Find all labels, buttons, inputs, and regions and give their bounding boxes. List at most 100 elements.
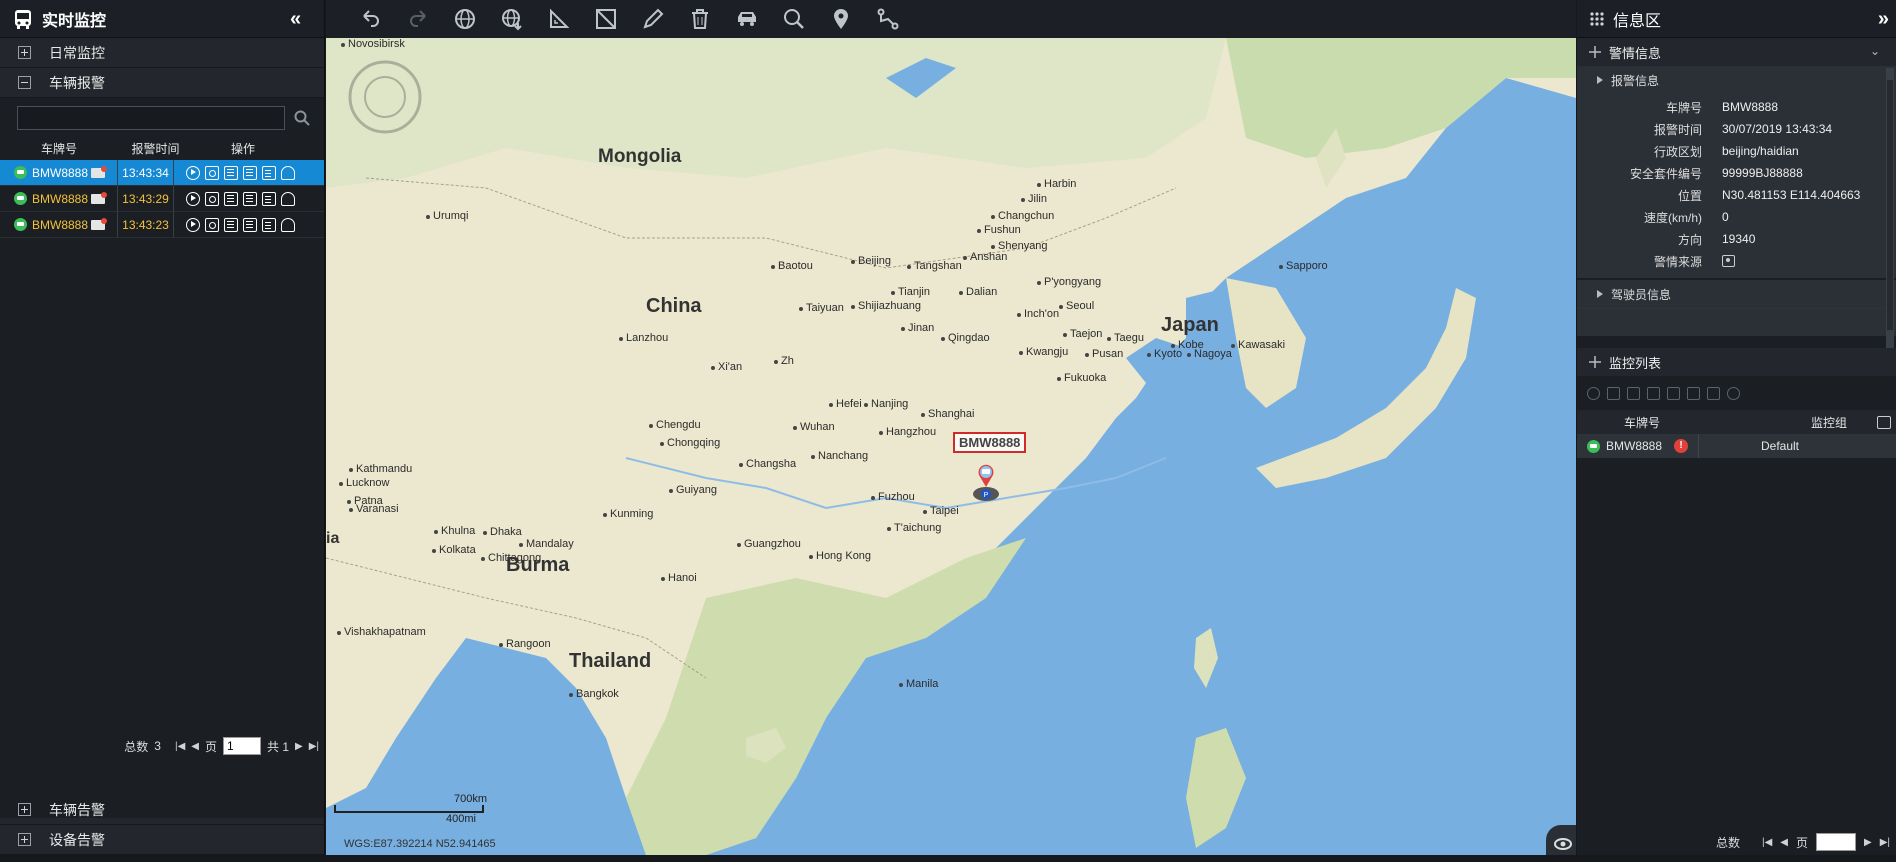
pencil-icon [643,8,664,29]
tree-vehicle-alarm[interactable]: 车辆报警 [0,68,324,98]
expand-icon[interactable] [18,803,31,816]
city-label: Urumqi [425,210,469,222]
city-label: Sapporo [1279,260,1328,272]
page-input[interactable] [222,737,261,755]
first-page-icon[interactable]: |◀ [175,741,185,752]
photo-icon[interactable] [1707,386,1720,400]
prev-page-icon[interactable]: ◀ [191,741,199,752]
page-input[interactable] [1816,833,1856,851]
city-label: Inch'on [1016,308,1060,320]
next-page-icon[interactable]: ▶ [295,741,303,752]
camera-icon[interactable] [205,191,219,206]
table-row[interactable]: BMW8888 13:43:23 [0,212,324,238]
table-row[interactable]: BMW8888 ! Default [1577,434,1896,458]
sliders-icon[interactable] [1687,386,1700,400]
video-icon[interactable] [224,191,238,206]
col-ops: 操作 [230,142,255,156]
collapse-icon[interactable] [18,76,31,89]
undo-icon [363,10,379,27]
vehicle-button[interactable] [732,4,762,34]
measure-area-button[interactable] [591,4,621,34]
report-icon[interactable] [262,165,276,180]
record-icon[interactable] [243,165,257,180]
grid-icon[interactable] [1667,386,1680,400]
video-icon[interactable] [224,217,238,232]
camera-icon[interactable] [205,165,219,180]
user-icon[interactable] [281,217,295,232]
alarm-section: 车牌号 报警时间 操作 BMW8888 13:43:34 BMW8888 13:… [0,98,324,818]
redo-button[interactable] [403,4,433,34]
delete-button[interactable] [685,4,715,34]
hand-icon[interactable] [1727,386,1740,400]
prev-page-icon[interactable]: ◀ [1780,837,1788,848]
measure-angle-button[interactable] [544,4,574,34]
undo-button[interactable] [356,4,386,34]
triangle-right-icon [1597,76,1603,84]
vehicle-marker-icon[interactable]: P [972,463,1000,501]
city-label: Dalian [958,286,998,298]
minus-icon[interactable] [1647,386,1660,400]
tree-device-alert[interactable]: 设备告警 [0,825,325,855]
expand-icon[interactable] [18,833,31,846]
camera-icon[interactable] [1607,386,1620,400]
save-icon[interactable] [1627,386,1640,400]
col-plate: 车牌号 [1623,415,1660,430]
globe-download-button[interactable] [497,4,527,34]
monitor-list-section[interactable]: 监控列表 [1577,348,1896,376]
redo-icon [410,10,426,27]
scale-bar [334,805,484,813]
city-label: Taiyuan [799,302,844,314]
scrollbar[interactable] [1886,68,1894,360]
play-icon[interactable] [186,191,200,206]
info-row: 安全套件编号 99999BJ88888 [1577,162,1896,184]
col-plate: 车牌号 [40,142,77,156]
table-row[interactable]: BMW8888 13:43:29 [0,186,324,212]
location-button[interactable] [826,4,856,34]
table-row[interactable]: BMW8888 13:43:34 [0,160,324,186]
record-icon[interactable] [243,217,257,232]
city-label: Shanghai [921,408,975,420]
expand-icon[interactable] [18,46,31,59]
last-page-icon[interactable]: ▶| [309,741,319,752]
route-button[interactable] [873,4,903,34]
driver-sub-header[interactable]: 驾驶员信息 [1577,280,1896,308]
cursor-coordinates: WGS:E87.392214 N52.941465 [344,838,496,850]
alarm-info-section[interactable]: 警情信息 ⌄ [1577,38,1896,66]
expand-right-icon[interactable]: » [1878,8,1889,31]
tree-daily-monitor[interactable]: 日常监控 [0,38,324,68]
first-page-icon[interactable]: |◀ [1762,837,1772,848]
collapse-left-icon[interactable]: « [290,8,301,31]
chevron-down-icon[interactable]: ⌄ [1870,44,1880,58]
eye-icon[interactable] [1546,825,1576,855]
alarm-source-icon[interactable] [1722,255,1735,267]
info-key: 警情来源 [1653,254,1702,269]
search-icon[interactable] [293,109,311,127]
last-page-icon[interactable]: ▶| [1880,837,1890,848]
alarm-sub-header[interactable]: 报警信息 [1577,66,1896,94]
calendar-icon[interactable] [1877,415,1891,429]
map-view[interactable]: Novosibirsk Urumqi Harbin Jilin Changchu… [326,38,1576,855]
record-icon[interactable] [243,191,257,206]
col-time: 报警时间 [131,142,180,156]
search-input[interactable] [17,106,285,130]
tree-vehicle-alert[interactable]: 车辆告警 [0,795,325,825]
user-icon[interactable] [281,165,295,180]
video-icon[interactable] [224,165,238,180]
vehicle-map-label[interactable]: BMW8888 [953,432,1027,453]
search-map-button[interactable] [779,4,809,34]
map-pan-control[interactable] [340,52,430,142]
report-icon[interactable] [262,191,276,206]
city-label: Chengdu [649,419,701,431]
city-label: Changchun [990,210,1055,222]
user-icon[interactable] [281,191,295,206]
report-icon[interactable] [262,217,276,232]
city-label: Pusan [1084,348,1124,360]
city-label: Kawasaki [1230,339,1286,351]
play-icon[interactable] [1587,386,1600,400]
play-icon[interactable] [186,217,200,232]
play-icon[interactable] [186,165,200,180]
draw-button[interactable] [638,4,668,34]
next-page-icon[interactable]: ▶ [1864,837,1872,848]
globe-button[interactable] [450,4,480,34]
camera-icon[interactable] [205,217,219,232]
